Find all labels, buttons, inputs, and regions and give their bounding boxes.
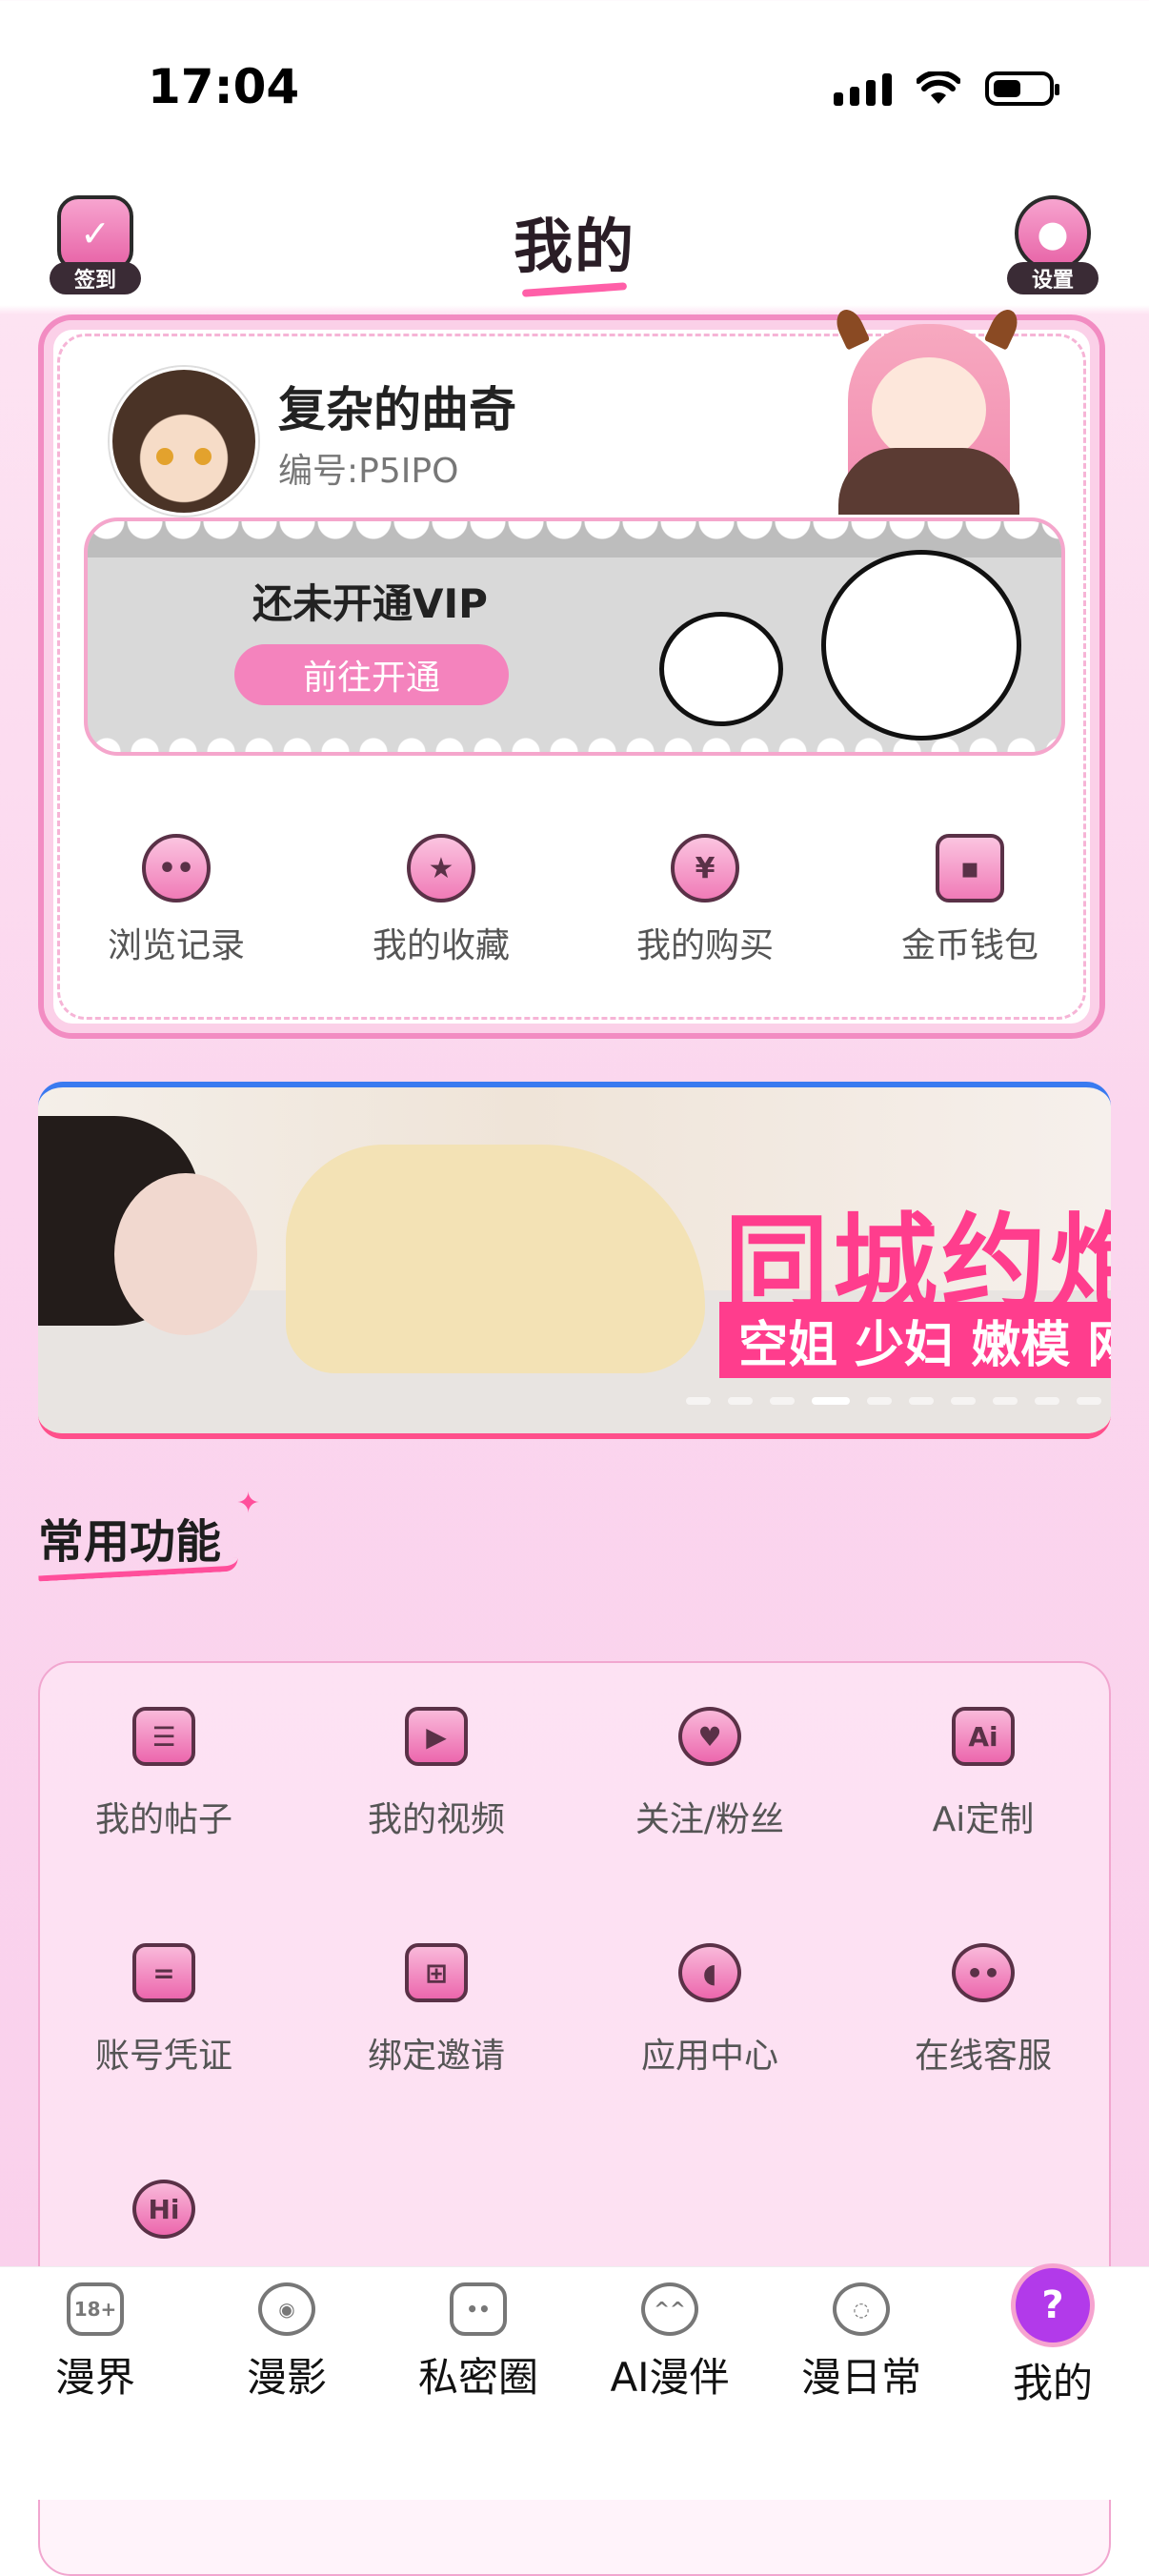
function-label: 账号凭证 bbox=[94, 2037, 232, 2076]
function-bind-invite[interactable]: ⊞ 绑定邀请 bbox=[322, 1935, 551, 2078]
video-camera-icon: ▶ bbox=[398, 1698, 474, 1775]
page-title: 我的 bbox=[0, 198, 1149, 294]
status-time: 17:04 bbox=[148, 59, 300, 114]
settings-label: 设置 bbox=[1007, 262, 1099, 294]
function-my-posts[interactable]: ☰ 我的帖子 bbox=[50, 1698, 278, 1841]
profile-ghost-icon: ? bbox=[1011, 2263, 1095, 2347]
wallet-icon: ▪ bbox=[936, 834, 1004, 903]
chat-bubble-icon: •• bbox=[945, 1935, 1021, 2011]
ticket-icon: = bbox=[126, 1935, 202, 2011]
tab-label: 漫影 bbox=[246, 2354, 327, 2401]
gear-icon: ● bbox=[1015, 195, 1091, 272]
pacman-icon: ◖ bbox=[672, 1935, 748, 2011]
quick-link-purchases[interactable]: ¥ 我的购买 bbox=[610, 834, 800, 967]
tab-manying[interactable]: ◉ 漫影 bbox=[192, 2282, 382, 2404]
wifi-icon bbox=[917, 71, 960, 104]
ai-icon: Ai bbox=[945, 1698, 1021, 1775]
settings-button[interactable]: ● 设置 bbox=[1005, 195, 1100, 294]
tab-ai-companion[interactable]: ^^ AI漫伴 bbox=[574, 2282, 765, 2404]
face-icon: •• bbox=[142, 834, 211, 903]
status-icons bbox=[834, 71, 1059, 106]
function-label: 应用中心 bbox=[640, 2037, 778, 2076]
function-my-videos[interactable]: ▶ 我的视频 bbox=[322, 1698, 551, 1841]
carousel-dot[interactable] bbox=[686, 1397, 711, 1405]
tab-label: 私密圈 bbox=[417, 2354, 538, 2401]
invite-icon: ⊞ bbox=[398, 1935, 474, 2011]
carousel-dot[interactable] bbox=[1035, 1397, 1059, 1405]
quick-link-history[interactable]: •• 浏览记录 bbox=[81, 834, 272, 967]
function-follow-fans[interactable]: ♥ 关注/粉丝 bbox=[595, 1698, 824, 1841]
carousel-dot[interactable] bbox=[909, 1397, 934, 1405]
quick-link-favorites[interactable]: ★ 我的收藏 bbox=[346, 834, 536, 967]
tab-daily[interactable]: ◌ 漫日常 bbox=[766, 2282, 957, 2404]
ghost-bag-icon: •• bbox=[450, 2282, 507, 2336]
function-label: Ai定制 bbox=[932, 1800, 1035, 1839]
function-label: 关注/粉丝 bbox=[635, 1800, 785, 1839]
quick-link-label: 我的购买 bbox=[635, 926, 774, 965]
bear-illustration bbox=[659, 612, 783, 726]
anime-face-icon: ^^ bbox=[641, 2282, 698, 2336]
function-ai-custom[interactable]: Ai Ai定制 bbox=[869, 1698, 1098, 1841]
vip-banner[interactable] bbox=[84, 517, 1065, 756]
carousel-dot[interactable] bbox=[867, 1397, 892, 1405]
carousel-dot[interactable] bbox=[993, 1397, 1018, 1405]
quick-link-label: 我的收藏 bbox=[372, 926, 510, 965]
function-label: 绑定邀请 bbox=[367, 2037, 505, 2076]
carousel-dot[interactable] bbox=[728, 1397, 753, 1405]
follow-heart-icon: ♥ bbox=[672, 1698, 748, 1775]
function-label: 在线客服 bbox=[914, 2037, 1052, 2076]
mascot-illustration bbox=[800, 305, 1048, 515]
function-label: 我的视频 bbox=[367, 1800, 505, 1839]
open-vip-button[interactable]: 前往开通 bbox=[234, 644, 509, 705]
function-online-support[interactable]: •• 在线客服 bbox=[869, 1935, 1098, 2078]
quick-link-wallet[interactable]: ▪ 金币钱包 bbox=[875, 834, 1065, 967]
avatar[interactable] bbox=[110, 367, 258, 516]
quick-link-label: 金币钱包 bbox=[900, 926, 1038, 965]
function-account-credential[interactable]: = 账号凭证 bbox=[50, 1935, 278, 2078]
tab-label: AI漫伴 bbox=[610, 2354, 730, 2401]
function-hi[interactable]: Hi bbox=[50, 2171, 278, 2264]
ad-banner[interactable]: 同城约炮 空姐 少妇 嫩模 网红 bbox=[38, 1082, 1111, 1439]
ad-subline: 空姐 少妇 嫩模 网红 bbox=[719, 1302, 1111, 1378]
carousel-dot[interactable] bbox=[951, 1397, 976, 1405]
yen-icon: ¥ bbox=[671, 834, 739, 903]
function-app-center[interactable]: ◖ 应用中心 bbox=[595, 1935, 824, 2078]
carousel-dot[interactable] bbox=[812, 1397, 850, 1405]
tab-label: 我的 bbox=[1012, 2360, 1093, 2406]
carousel-dot[interactable] bbox=[770, 1397, 795, 1405]
bear-illustration bbox=[821, 550, 1021, 740]
tab-label: 漫界 bbox=[54, 2354, 135, 2401]
tab-mine[interactable]: ? 我的 bbox=[958, 2263, 1148, 2409]
quick-link-label: 浏览记录 bbox=[107, 926, 245, 965]
sparkle-icon: ✦ bbox=[236, 1487, 261, 1520]
tab-label: 漫日常 bbox=[800, 2354, 921, 2401]
user-id: 编号:P5IPO bbox=[278, 452, 459, 491]
post-icon: ☰ bbox=[126, 1698, 202, 1775]
star-icon: ★ bbox=[407, 834, 475, 903]
hi-icon: Hi bbox=[126, 2171, 202, 2247]
18plus-card-icon: 18+ bbox=[67, 2282, 124, 2336]
camera-icon: ◉ bbox=[258, 2282, 315, 2336]
username: 复杂的曲奇 bbox=[278, 382, 516, 437]
battery-icon bbox=[985, 71, 1059, 106]
function-label: 我的帖子 bbox=[94, 1800, 232, 1839]
tab-manjie[interactable]: 18+ 漫界 bbox=[0, 2282, 191, 2404]
carousel-dot[interactable] bbox=[1077, 1397, 1101, 1405]
cellular-signal-icon bbox=[834, 71, 892, 106]
planet-icon: ◌ bbox=[833, 2282, 890, 2336]
vip-status-text: 还未开通VIP bbox=[252, 580, 488, 627]
tab-private-circle[interactable]: •• 私密圈 bbox=[383, 2282, 574, 2404]
carousel-dots[interactable] bbox=[686, 1397, 1101, 1405]
